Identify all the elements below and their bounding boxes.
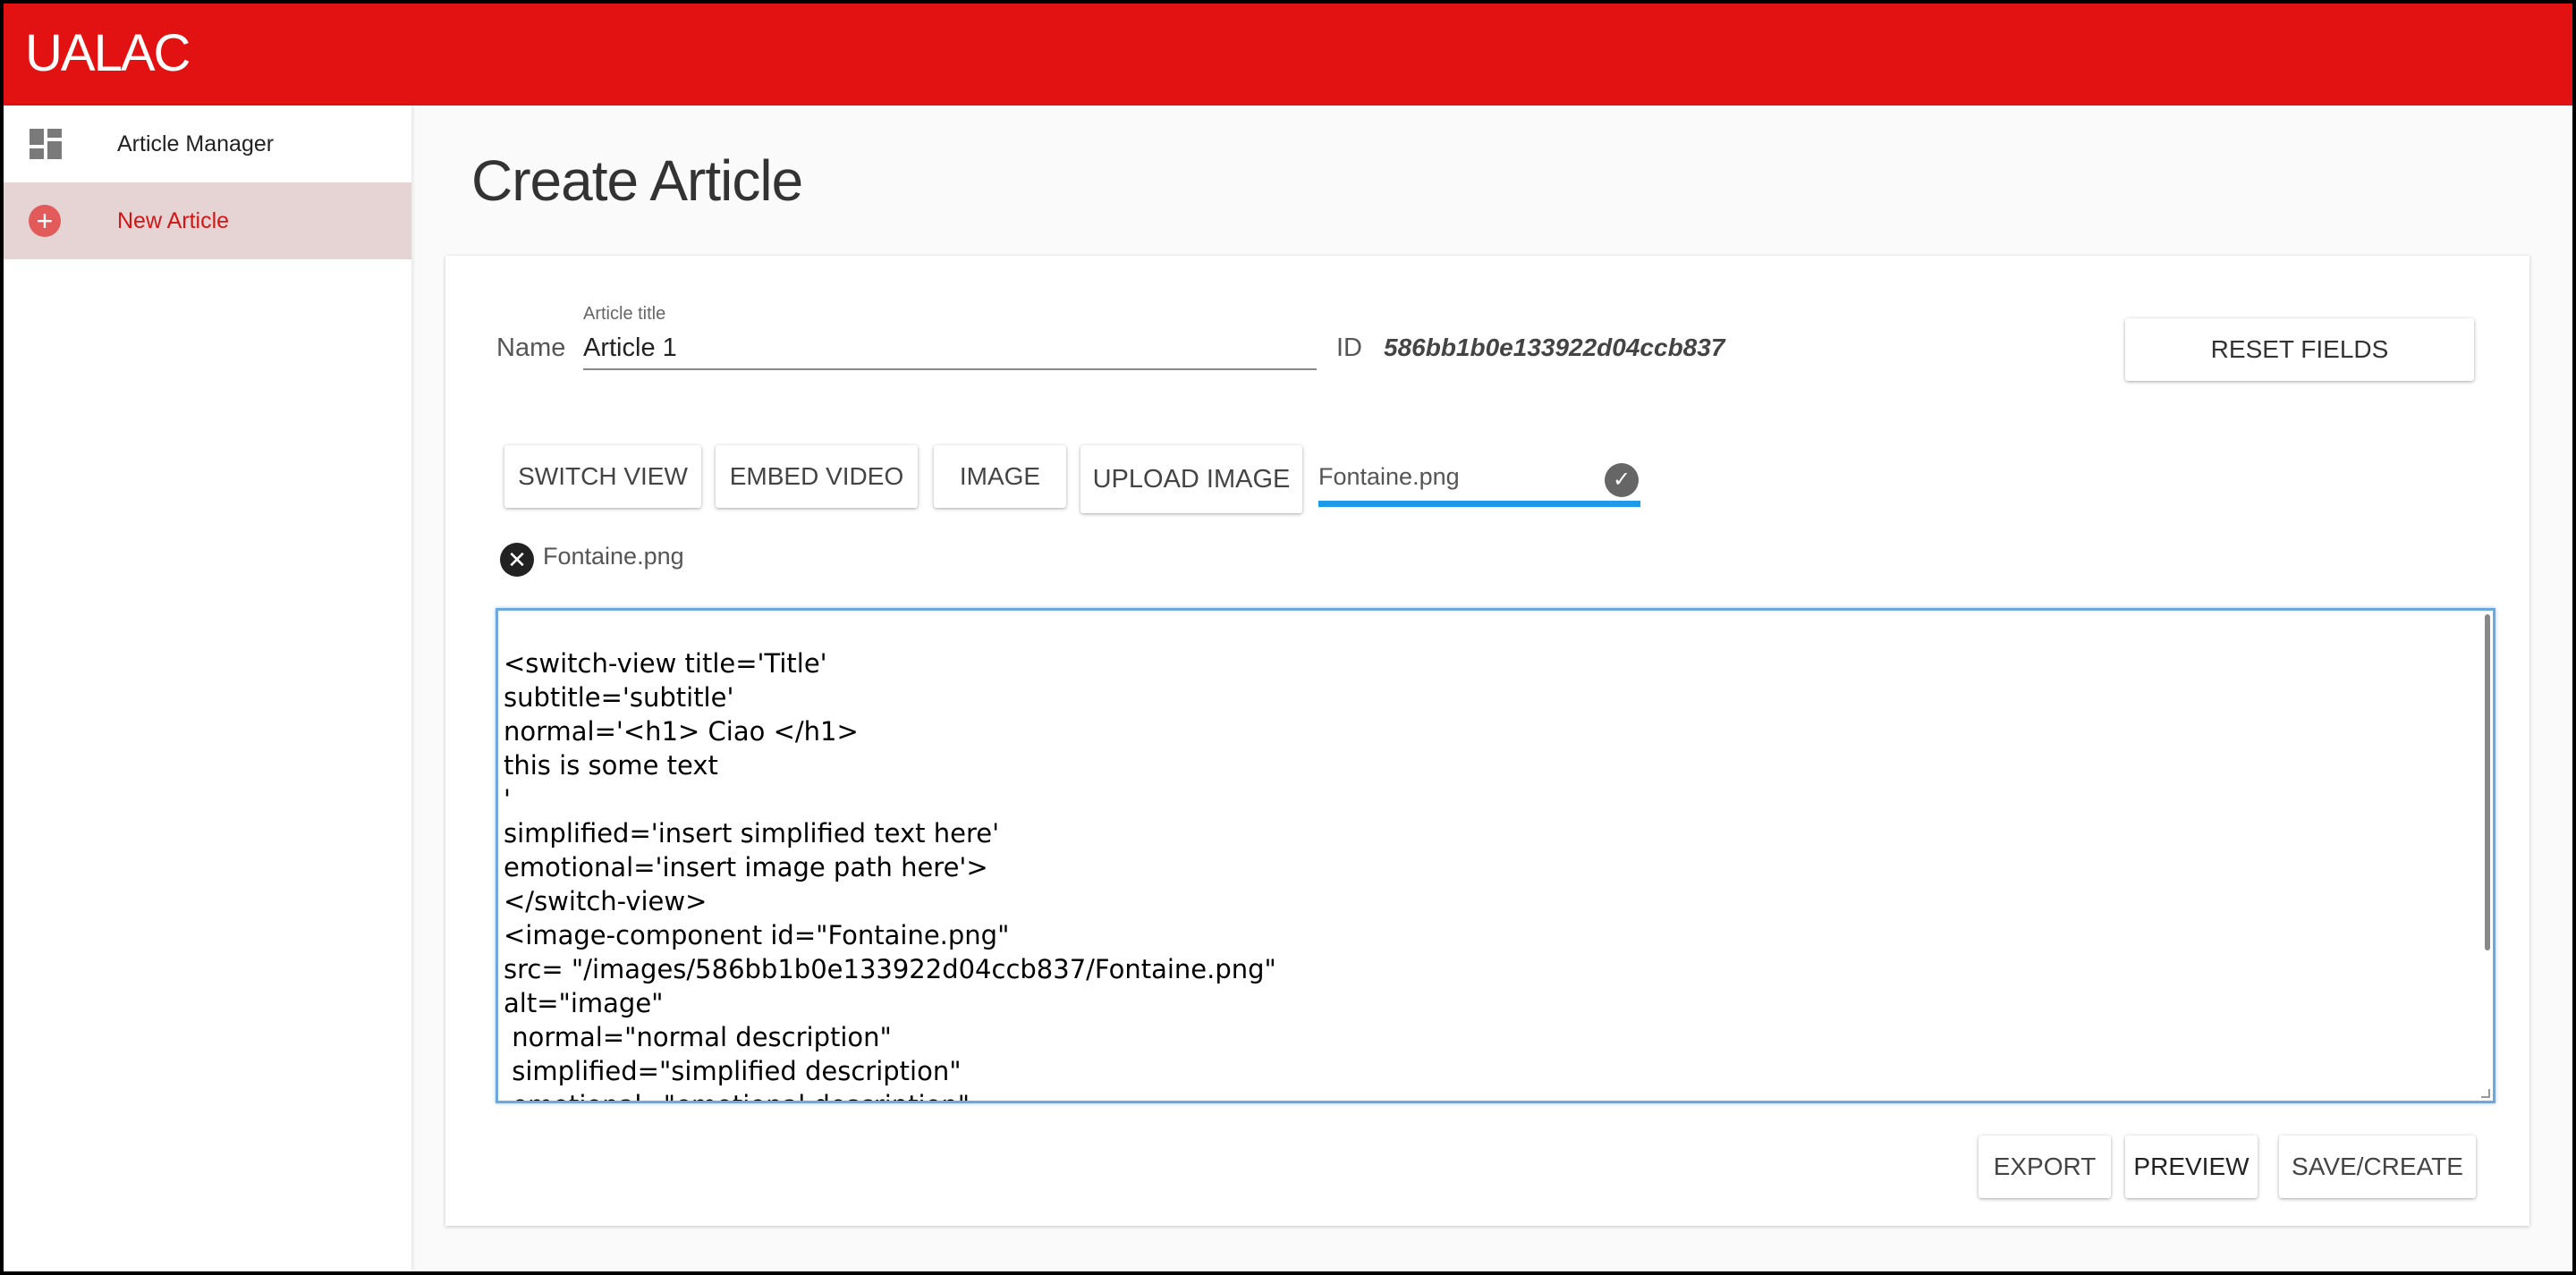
id-label: ID (1336, 334, 1362, 362)
switch-view-button[interactable]: SWITCH VIEW (504, 445, 701, 508)
app-brand: UALAC (25, 24, 191, 82)
sidebar-item-label: Article Manager (117, 131, 275, 156)
save-create-button[interactable]: SAVE/CREATE (2279, 1136, 2476, 1198)
sidebar-item-article-manager[interactable]: Article Manager (4, 106, 411, 182)
article-title-input[interactable] (583, 327, 1317, 370)
reset-fields-button[interactable]: RESET FIELDS (2125, 318, 2474, 381)
sidebar-item-new-article[interactable]: + New Article (4, 182, 411, 259)
sidebar: Article Manager + New Article (4, 106, 411, 1271)
check-circle-icon: ✓ (1605, 463, 1639, 497)
editor-content: <switch-view title='Title' subtitle='sub… (504, 648, 1276, 1101)
upload-image-button[interactable]: UPLOAD IMAGE (1080, 445, 1302, 513)
article-title-floating-label: Article title (583, 304, 666, 324)
embed-video-button[interactable]: EMBED VIDEO (716, 445, 918, 508)
app-window: UALAC Article Manager + New Article Crea… (4, 4, 2572, 1271)
export-button[interactable]: EXPORT (1979, 1136, 2111, 1198)
page-title: Create Article (471, 148, 803, 213)
image-button[interactable]: IMAGE (934, 445, 1066, 508)
top-app-bar: UALAC (4, 4, 2572, 106)
attachment-name: Fontaine.png (543, 543, 684, 570)
uploaded-file-name: Fontaine.png (1318, 463, 1460, 490)
dashboard-icon (30, 129, 62, 159)
sidebar-item-label: New Article (117, 207, 230, 233)
add-circle-icon: + (29, 205, 61, 237)
upload-progress-bar (1318, 501, 1640, 507)
name-label: Name (496, 334, 566, 362)
article-content-editor[interactable]: <switch-view title='Title' subtitle='sub… (496, 608, 2496, 1103)
uploaded-file-field[interactable]: Fontaine.png ✓ (1318, 460, 1640, 507)
remove-attachment-icon[interactable]: ✕ (500, 543, 534, 577)
preview-button[interactable]: PREVIEW (2125, 1136, 2258, 1198)
article-id-value: 586bb1b0e133922d04ccb837 (1384, 334, 1725, 361)
editor-scrollbar[interactable] (2485, 614, 2490, 950)
resize-handle-icon[interactable] (2481, 1089, 2490, 1098)
